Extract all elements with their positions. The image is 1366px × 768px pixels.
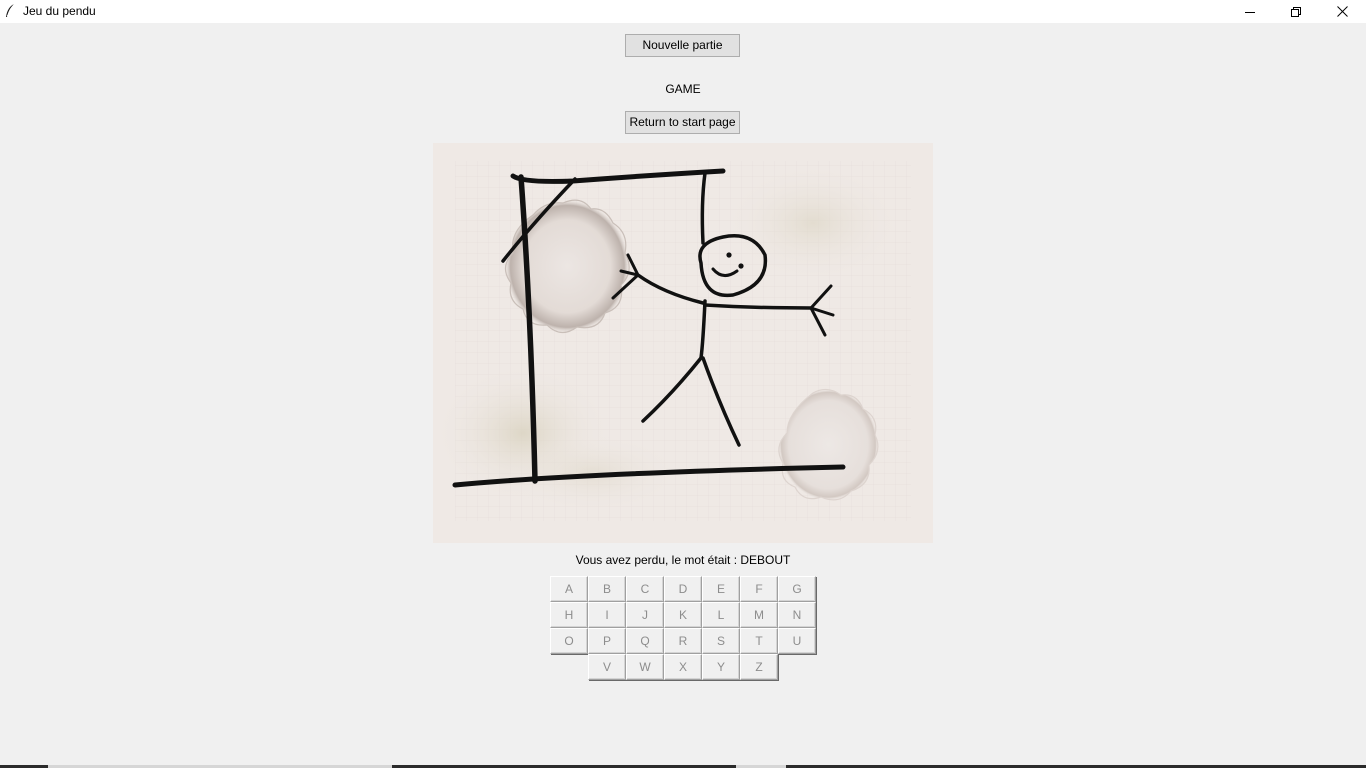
letter-button-b[interactable]: B: [588, 576, 626, 602]
letter-keyboard: A B C D E F G H I J K L M N O P Q R S T …: [550, 576, 816, 680]
game-label: GAME: [665, 82, 701, 96]
feather-icon: [6, 3, 15, 17]
minimize-icon: [1245, 11, 1255, 13]
restore-icon: [1291, 6, 1301, 17]
letter-button-s[interactable]: S: [702, 628, 740, 654]
letter-button-g[interactable]: G: [778, 576, 816, 602]
letter-button-u[interactable]: U: [778, 628, 816, 654]
close-button[interactable]: [1319, 0, 1365, 23]
letter-button-j[interactable]: J: [626, 602, 664, 628]
letter-button-m[interactable]: M: [740, 602, 778, 628]
letter-button-z[interactable]: Z: [740, 654, 778, 680]
return-to-start-button[interactable]: Return to start page: [625, 111, 740, 134]
hangman-drawing: [433, 143, 933, 543]
minimize-button[interactable]: [1227, 0, 1273, 23]
letter-button-d[interactable]: D: [664, 576, 702, 602]
new-game-button[interactable]: Nouvelle partie: [625, 34, 740, 57]
letter-button-t[interactable]: T: [740, 628, 778, 654]
letter-button-i[interactable]: I: [588, 602, 626, 628]
hangman-eye: [726, 252, 732, 258]
letter-button-q[interactable]: Q: [626, 628, 664, 654]
letter-button-r[interactable]: R: [664, 628, 702, 654]
letter-button-w[interactable]: W: [626, 654, 664, 680]
hangman-eye: [738, 263, 744, 269]
letter-button-e[interactable]: E: [702, 576, 740, 602]
letter-button-h[interactable]: H: [550, 602, 588, 628]
letter-button-n[interactable]: N: [778, 602, 816, 628]
letter-button-k[interactable]: K: [664, 602, 702, 628]
title-bar: Jeu du pendu: [0, 0, 1366, 23]
letter-button-x[interactable]: X: [664, 654, 702, 680]
letter-button-y[interactable]: Y: [702, 654, 740, 680]
letter-button-v[interactable]: V: [588, 654, 626, 680]
letter-button-o[interactable]: O: [550, 628, 588, 654]
letter-button-f[interactable]: F: [740, 576, 778, 602]
restore-button[interactable]: [1273, 0, 1319, 23]
letter-button-l[interactable]: L: [702, 602, 740, 628]
close-icon: [1336, 6, 1348, 17]
letter-button-a[interactable]: A: [550, 576, 588, 602]
letter-button-c[interactable]: C: [626, 576, 664, 602]
window-title: Jeu du pendu: [23, 4, 96, 18]
result-message: Vous avez perdu, le mot était : DEBOUT: [575, 553, 791, 567]
hangman-canvas: [433, 143, 933, 543]
letter-button-p[interactable]: P: [588, 628, 626, 654]
